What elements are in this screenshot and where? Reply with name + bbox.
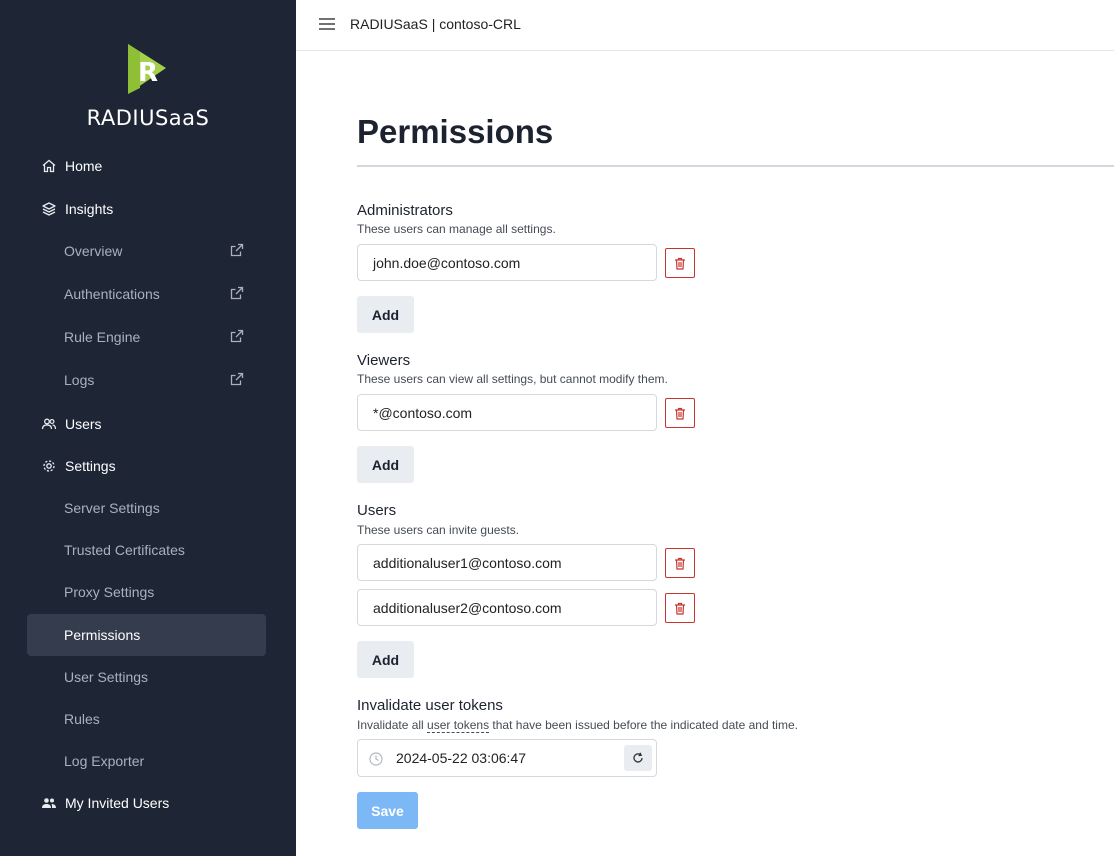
title-divider — [357, 165, 1114, 167]
user-email-input[interactable]: additionaluser1@contoso.com — [357, 544, 657, 581]
refresh-datetime-button[interactable] — [624, 745, 652, 771]
refresh-icon — [633, 752, 643, 763]
sidebar-item-label: Logs — [64, 372, 95, 388]
sidebar-item-label: Overview — [64, 243, 123, 259]
sidebar-item-permissions[interactable]: Permissions — [27, 614, 266, 656]
description-text: Invalidate all — [357, 718, 428, 732]
sidebar-item-label: Log Exporter — [64, 753, 145, 769]
trash-icon — [675, 257, 685, 270]
sidebar-item-label: User Settings — [64, 669, 149, 685]
radiusaas-logo-icon: R — [128, 44, 166, 94]
sidebar-item-overview[interactable]: Overview — [27, 230, 266, 272]
sidebar: R RADIUSaaS Home Insights Overview Authe… — [0, 0, 296, 856]
brand-name: RADIUSaaS — [86, 106, 210, 130]
sidebar-item-label: Permissions — [64, 627, 141, 643]
sidebar-item-rule-engine[interactable]: Rule Engine — [27, 316, 266, 358]
sidebar-item-trusted-certificates[interactable]: Trusted Certificates — [27, 529, 266, 571]
add-administrator-button[interactable]: Add — [357, 296, 414, 333]
home-icon — [42, 159, 56, 173]
svg-text:R: R — [138, 58, 158, 88]
save-button[interactable]: Save — [357, 792, 418, 829]
sidebar-item-label: Insights — [65, 201, 114, 217]
sidebar-item-label: Home — [65, 158, 103, 174]
token-datetime-input[interactable]: 2024-05-22 03:06:47 — [357, 739, 657, 777]
people-icon — [42, 798, 56, 808]
delete-administrator-button[interactable] — [665, 248, 695, 278]
trash-icon — [675, 407, 685, 420]
administrators-title: Administrators — [357, 202, 453, 219]
users-title: Users — [357, 502, 397, 519]
sidebar-item-label: Rules — [64, 711, 100, 727]
description-text: that have been issued before the indicat… — [489, 718, 798, 732]
delete-viewer-button[interactable] — [665, 398, 695, 428]
sidebar-item-label: Users — [65, 416, 102, 432]
sidebar-item-server-settings[interactable]: Server Settings — [27, 487, 266, 529]
external-link-icon — [230, 286, 244, 300]
user-tokens-tooltip-term[interactable]: user tokens — [427, 718, 490, 733]
viewers-title: Viewers — [357, 352, 411, 369]
sidebar-item-label: Proxy Settings — [64, 584, 155, 600]
layers-icon — [42, 202, 56, 216]
users-description: These users can invite guests. — [357, 523, 520, 537]
sidebar-item-label: Settings — [65, 458, 116, 474]
sidebar-item-label: Rule Engine — [64, 329, 141, 345]
gear-icon — [43, 460, 55, 472]
add-user-button[interactable]: Add — [357, 641, 414, 678]
menu-icon[interactable] — [318, 16, 336, 32]
administrator-email-input[interactable]: john.doe@contoso.com — [357, 244, 657, 281]
sidebar-item-settings[interactable]: Settings — [27, 445, 266, 487]
delete-user-button[interactable] — [665, 548, 695, 578]
sidebar-item-label: Authentications — [64, 286, 160, 302]
sidebar-item-label: My Invited Users — [65, 795, 170, 811]
sidebar-item-label: Trusted Certificates — [64, 542, 185, 558]
delete-user-button[interactable] — [665, 593, 695, 623]
trash-icon — [675, 557, 685, 570]
external-link-icon — [230, 243, 244, 257]
external-link-icon — [230, 372, 244, 386]
sidebar-item-users[interactable]: Users — [27, 403, 266, 445]
users-icon — [41, 418, 57, 430]
header-title: RADIUSaaS | contoso-CRL — [350, 16, 521, 32]
invalidate-tokens-title: Invalidate user tokens — [357, 697, 503, 714]
viewers-description: These users can view all settings, but c… — [357, 372, 668, 386]
sidebar-item-insights[interactable]: Insights — [27, 188, 266, 230]
token-datetime-value: 2024-05-22 03:06:47 — [396, 750, 526, 766]
user-email-input[interactable]: additionaluser2@contoso.com — [357, 589, 657, 626]
trash-icon — [675, 602, 685, 615]
sidebar-item-proxy-settings[interactable]: Proxy Settings — [27, 571, 266, 613]
sidebar-item-logs[interactable]: Logs — [27, 359, 266, 401]
sidebar-item-rules[interactable]: Rules — [27, 698, 266, 740]
sidebar-item-user-settings[interactable]: User Settings — [27, 656, 266, 698]
sidebar-item-log-exporter[interactable]: Log Exporter — [27, 740, 266, 782]
viewer-email-input[interactable]: *@contoso.com — [357, 394, 657, 431]
invalidate-tokens-description: Invalidate all user tokens that have bee… — [357, 718, 798, 733]
external-link-icon — [230, 329, 244, 343]
administrators-description: These users can manage all settings. — [357, 222, 556, 236]
page-title: Permissions — [357, 113, 554, 150]
sidebar-item-label: Server Settings — [64, 500, 160, 516]
sidebar-item-my-invited-users[interactable]: My Invited Users — [27, 782, 266, 824]
add-viewer-button[interactable]: Add — [357, 446, 414, 483]
top-bar: RADIUSaaS | contoso-CRL — [296, 0, 1114, 51]
sidebar-item-authentications[interactable]: Authentications — [27, 273, 266, 315]
sidebar-item-home[interactable]: Home — [27, 145, 266, 187]
clock-icon — [369, 752, 383, 766]
